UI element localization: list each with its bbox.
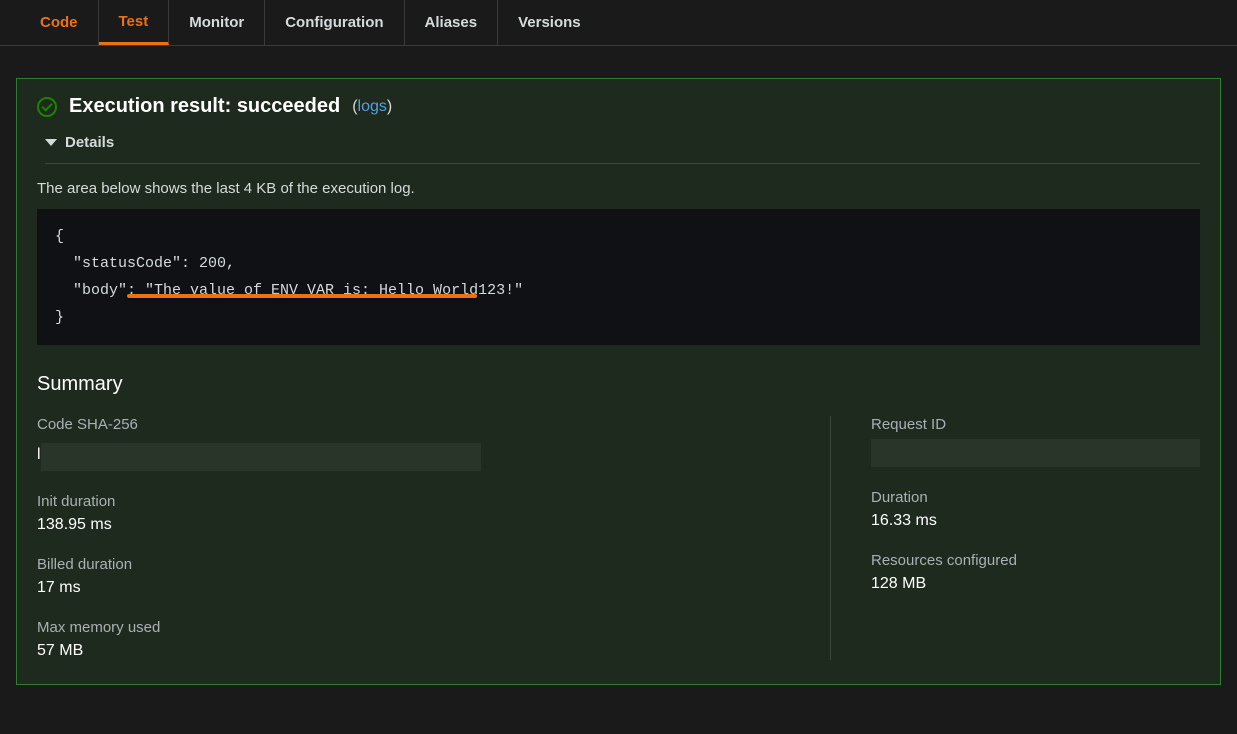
tab-configuration[interactable]: Configuration [265,0,404,45]
init-duration-value: 138.95 ms [37,516,790,534]
highlight-underline [127,294,477,298]
log-description: The area below shows the last 4 KB of th… [37,180,1200,197]
chevron-down-icon [45,139,57,146]
summary-grid: Code SHA-256 l Init duration 138.95 ms B… [37,416,1200,660]
details-toggle[interactable]: Details [45,134,1200,164]
summary-item-max-memory: Max memory used 57 MB [37,619,790,660]
tab-monitor[interactable]: Monitor [169,0,265,45]
code-sha-redacted [41,443,481,471]
request-id-redacted [871,439,1200,467]
result-status: succeeded [237,95,340,117]
summary-left-column: Code SHA-256 l Init duration 138.95 ms B… [37,416,830,660]
resources-label: Resources configured [871,552,1200,569]
init-duration-label: Init duration [37,493,790,510]
tab-aliases[interactable]: Aliases [405,0,499,45]
result-title-prefix: Execution result: [69,95,237,117]
billed-duration-value: 17 ms [37,579,790,597]
summary-item-request-id: Request ID [871,416,1200,467]
result-title: Execution result: succeeded [69,95,340,118]
summary-item-duration: Duration 16.33 ms [871,489,1200,530]
max-memory-value: 57 MB [37,642,790,660]
duration-label: Duration [871,489,1200,506]
summary-right-column: Request ID Duration 16.33 ms Resources c… [830,416,1200,660]
code-sha-label: Code SHA-256 [37,416,790,433]
summary-item-code-sha: Code SHA-256 l [37,416,790,471]
tabs-bar: Code Test Monitor Configuration Aliases … [0,0,1237,46]
tab-test[interactable]: Test [99,0,170,45]
execution-result-panel: Execution result: succeeded (logs) Detai… [16,78,1221,685]
execution-log-output: { "statusCode": 200, "body": "The value … [37,209,1200,345]
request-id-label: Request ID [871,416,1200,433]
tab-versions[interactable]: Versions [498,0,601,45]
resources-value: 128 MB [871,575,1200,593]
duration-value: 16.33 ms [871,512,1200,530]
logs-wrap: (logs) [352,98,392,116]
logs-link[interactable]: logs [358,98,387,115]
result-header: Execution result: succeeded (logs) [37,95,1200,118]
billed-duration-label: Billed duration [37,556,790,573]
summary-item-resources: Resources configured 128 MB [871,552,1200,593]
summary-item-init-duration: Init duration 138.95 ms [37,493,790,534]
tab-code[interactable]: Code [20,0,99,45]
details-label: Details [65,134,114,151]
success-check-icon [37,97,57,117]
max-memory-label: Max memory used [37,619,790,636]
summary-title: Summary [37,373,1200,396]
summary-item-billed-duration: Billed duration 17 ms [37,556,790,597]
